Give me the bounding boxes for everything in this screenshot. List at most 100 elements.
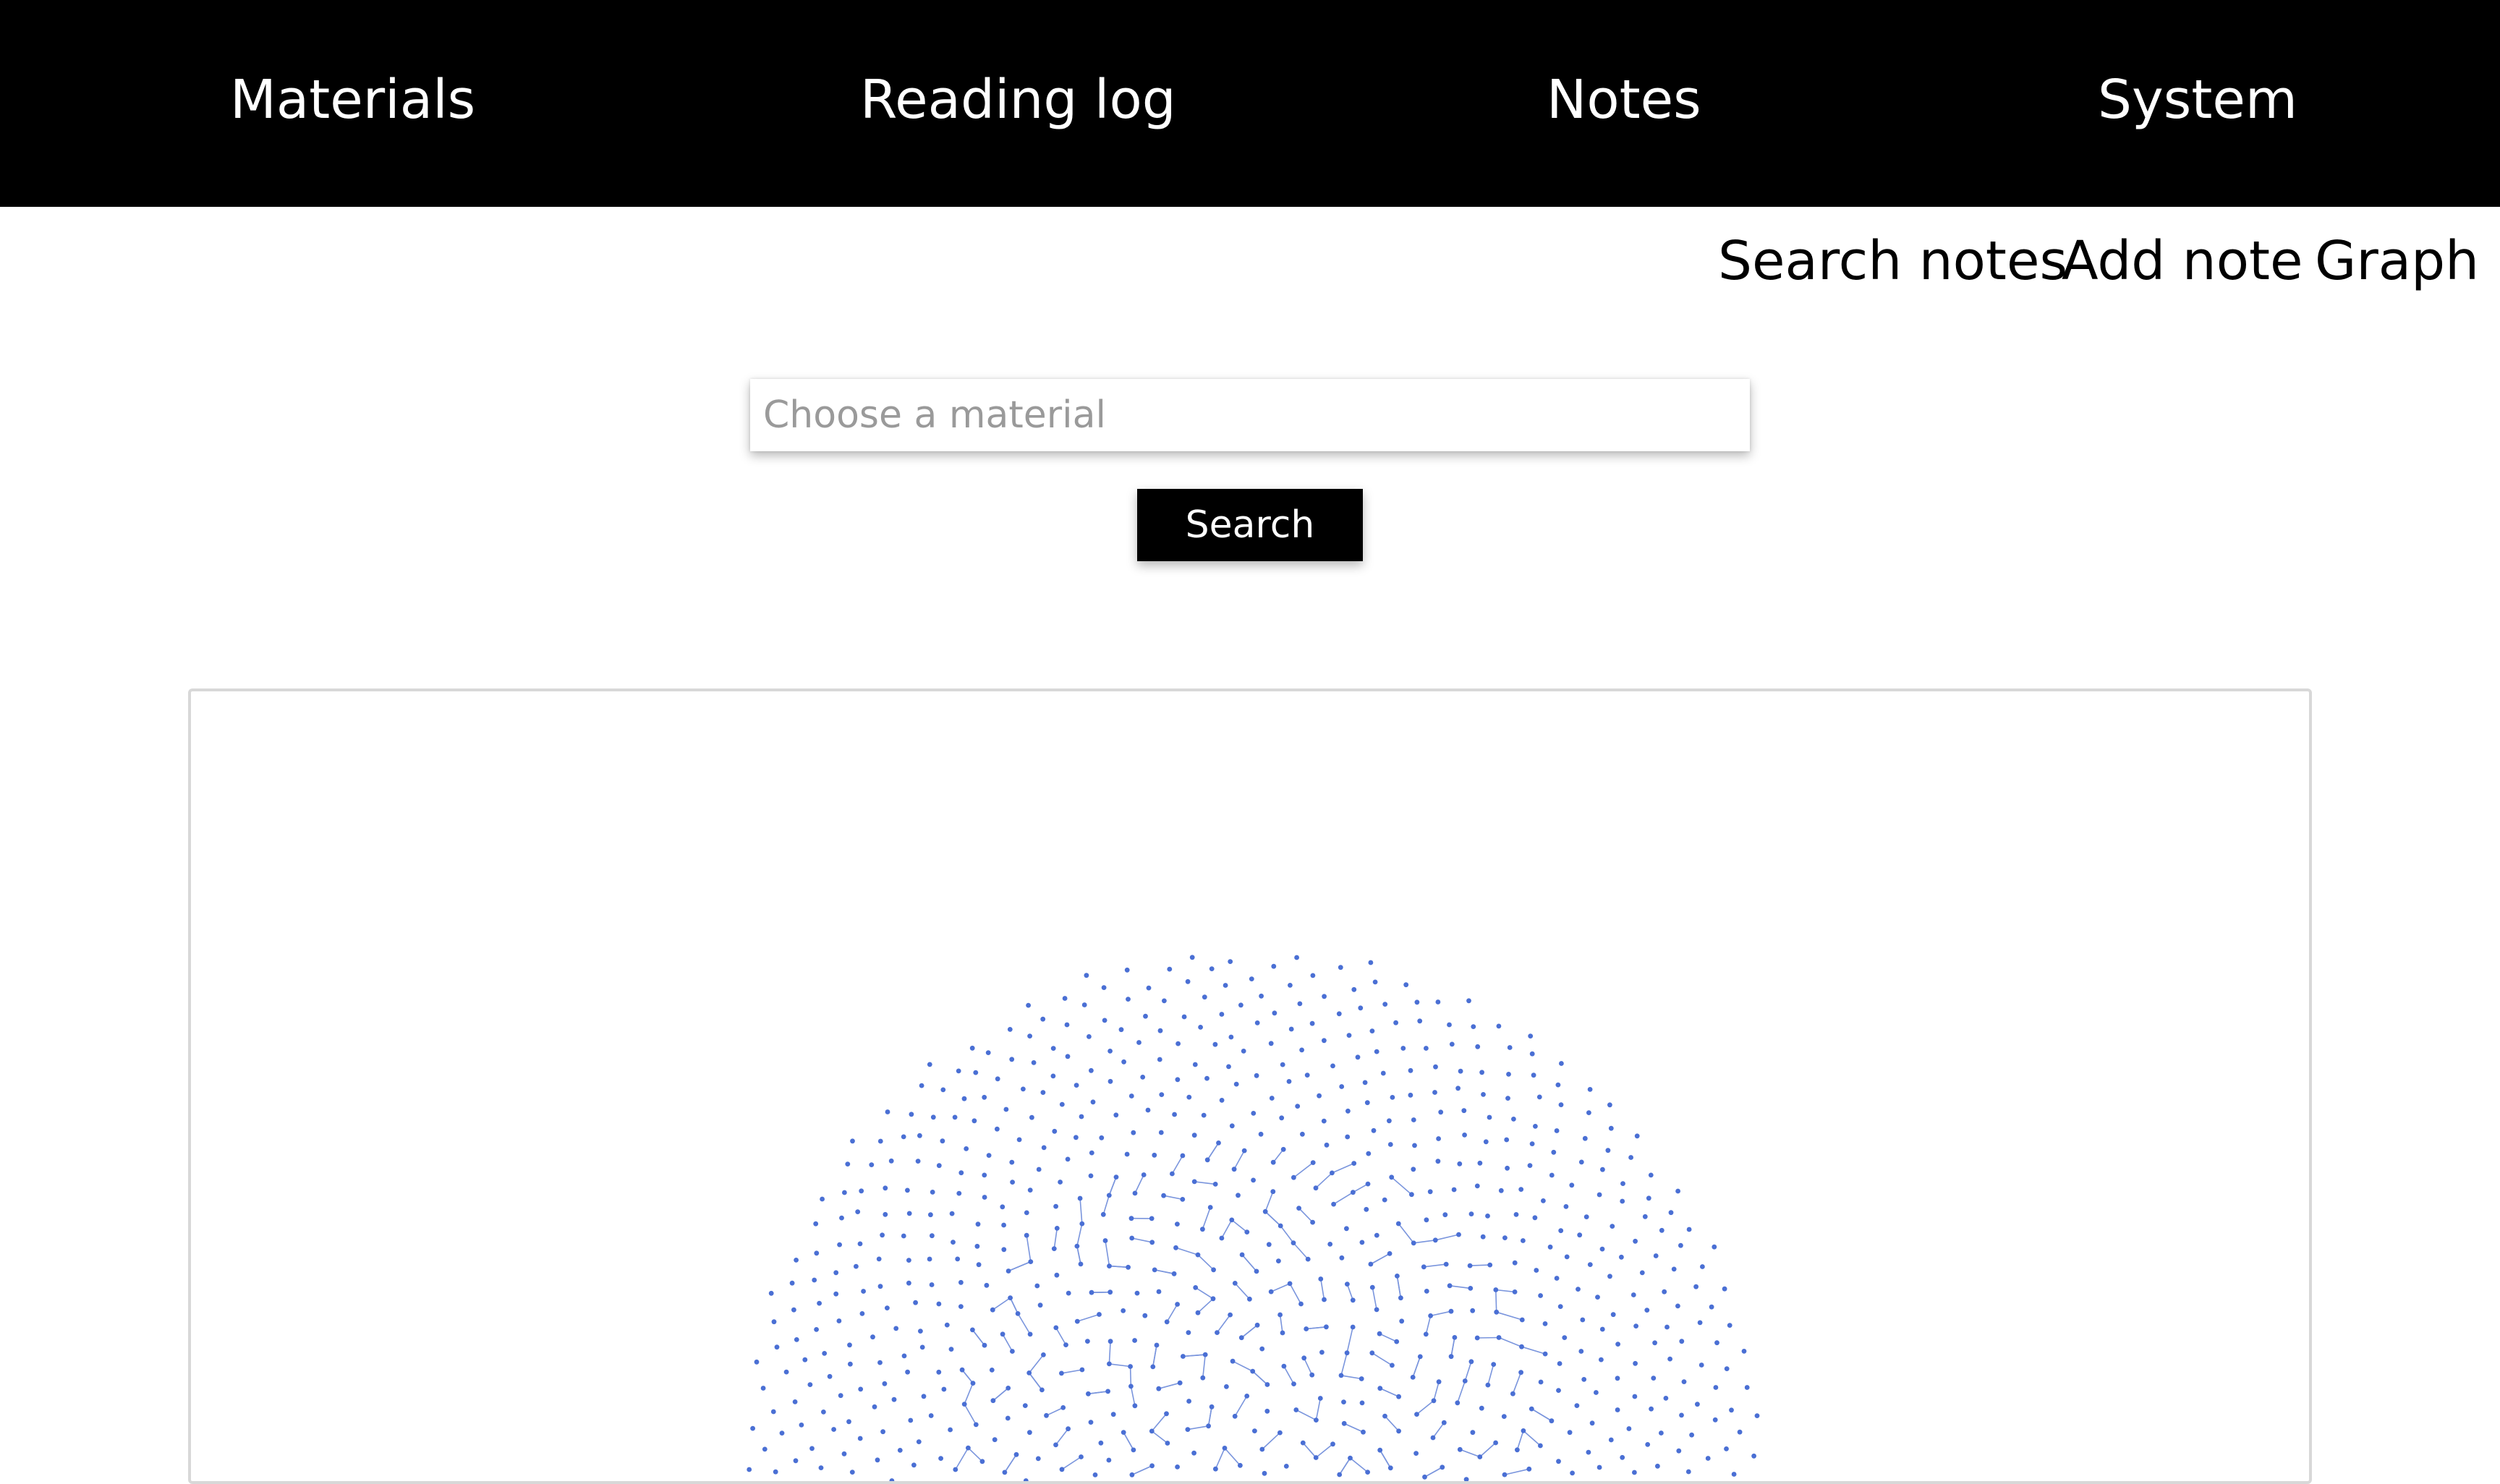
graph-node[interactable] [1259,1132,1264,1137]
graph-node[interactable] [1052,1246,1057,1251]
graph-node[interactable] [848,1362,853,1367]
graph-node[interactable] [1009,1057,1014,1062]
graph-node[interactable] [1200,1227,1205,1232]
graph-node[interactable] [990,1368,995,1373]
graph-node[interactable] [1089,1290,1094,1295]
graph-node[interactable] [1555,1128,1560,1133]
graph-node[interactable] [916,1159,921,1164]
graph-node[interactable] [1594,1390,1599,1395]
graph-node[interactable] [1135,1291,1140,1296]
graph-node[interactable] [1528,1033,1533,1039]
graph-node[interactable] [820,1197,825,1202]
graph-node[interactable] [1526,1467,1531,1472]
graph-node[interactable] [1024,1233,1029,1238]
graph-node[interactable] [1149,1240,1155,1245]
graph-node[interactable] [980,1459,985,1464]
graph-node[interactable] [1330,1441,1335,1446]
graph-node[interactable] [1159,1092,1164,1097]
graph-node[interactable] [1192,1133,1197,1138]
graph-node[interactable] [1108,1339,1113,1344]
graph-node[interactable] [1725,1366,1730,1371]
graph-node[interactable] [1028,1332,1033,1337]
graph-node[interactable] [1084,973,1089,978]
graph-node[interactable] [901,1135,906,1140]
graph-node[interactable] [812,1278,817,1283]
graph-node[interactable] [1247,1297,1252,1302]
graph-node[interactable] [1732,1472,1737,1477]
graph-node[interactable] [1240,1253,1245,1258]
material-select-input[interactable] [750,379,1750,451]
graph-node[interactable] [1428,1313,1433,1318]
graph-node[interactable] [1424,1046,1429,1051]
graph-node[interactable] [883,1185,888,1190]
graph-node[interactable] [1220,1098,1225,1103]
graph-node[interactable] [809,1446,815,1451]
graph-node[interactable] [1204,1076,1209,1081]
graph-node[interactable] [1504,1138,1509,1143]
graph-node[interactable] [1635,1133,1640,1138]
graph-node[interactable] [1709,1305,1714,1310]
graph-node[interactable] [936,1370,941,1375]
graph-node[interactable] [1082,1002,1087,1007]
graph-node[interactable] [1291,1175,1296,1180]
graph-node[interactable] [1310,1220,1315,1225]
graph-node[interactable] [1159,1130,1164,1135]
graph-node[interactable] [1051,1046,1056,1051]
graph-node[interactable] [1270,1189,1275,1194]
graph-node[interactable] [1079,1262,1084,1267]
graph-node[interactable] [1244,1229,1249,1234]
graph-node[interactable] [1537,1095,1542,1100]
graph-node[interactable] [964,1146,969,1151]
graph-node[interactable] [1205,1157,1210,1162]
graph-node[interactable] [1712,1245,1717,1250]
graph-node[interactable] [973,1070,978,1075]
graph-node[interactable] [855,1209,860,1214]
graph-node[interactable] [1053,1443,1058,1448]
graph-node[interactable] [1065,1023,1070,1028]
graph-node[interactable] [1001,1223,1006,1228]
graph-node[interactable] [1191,1451,1196,1456]
graph-node[interactable] [1281,1147,1286,1152]
graph-node[interactable] [1581,1377,1586,1382]
graph-node[interactable] [1615,1407,1620,1412]
graph-node[interactable] [1296,1206,1301,1211]
graph-node[interactable] [1399,1318,1404,1323]
graph-node[interactable] [1528,1163,1533,1168]
graph-node[interactable] [1309,1373,1314,1378]
graph-node[interactable] [1192,1180,1197,1185]
graph-node[interactable] [937,1163,942,1168]
graph-node[interactable] [1415,999,1420,1005]
graph-node[interactable] [1682,1379,1687,1384]
graph-node[interactable] [1374,1308,1379,1313]
graph-node[interactable] [1394,1339,1399,1344]
graph-node[interactable] [1295,1104,1300,1109]
graph-node[interactable] [1538,1293,1543,1298]
graph-node[interactable] [1724,1446,1729,1451]
graph-node[interactable] [1311,973,1316,978]
graph-node[interactable] [780,1430,785,1436]
graph-node[interactable] [1280,1331,1285,1336]
graph-node[interactable] [1348,1456,1353,1461]
graph-node[interactable] [1569,1182,1574,1187]
graph-node[interactable] [1005,1386,1011,1391]
graph-node[interactable] [1080,1368,1085,1373]
graph-node[interactable] [1689,1433,1694,1438]
graph-node[interactable] [1487,1263,1492,1268]
graph-node[interactable] [1403,982,1408,987]
graph-node[interactable] [1074,1083,1079,1088]
graph-node[interactable] [769,1291,774,1296]
graph-node[interactable] [1213,1182,1218,1187]
graph-node[interactable] [1009,1160,1014,1165]
graph-node[interactable] [1413,1451,1419,1456]
graph-node[interactable] [902,1354,907,1359]
graph-node[interactable] [1143,1014,1148,1019]
graph-node[interactable] [1640,1271,1645,1276]
graph-node[interactable] [1396,1221,1401,1227]
graph-node[interactable] [1209,966,1215,971]
graph-node[interactable] [1053,1204,1058,1209]
graph-node[interactable] [854,1264,859,1269]
graph-node[interactable] [1633,1239,1638,1244]
graph-node[interactable] [1167,967,1172,972]
graph-node[interactable] [1060,1467,1065,1472]
graph-node[interactable] [1099,1135,1104,1140]
